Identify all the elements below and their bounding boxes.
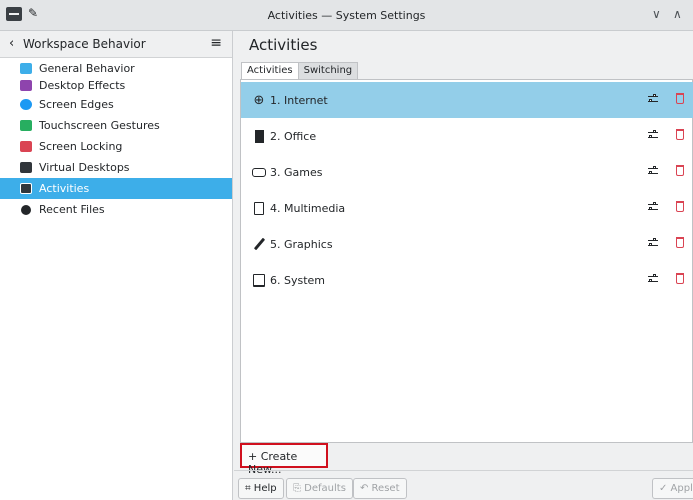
footer-bar: ⌗ Help ⎘ Defaults ↶ Reset ✓ Apply xyxy=(234,470,693,500)
touchscreen-icon xyxy=(20,120,32,131)
configure-icon[interactable] xyxy=(648,201,658,213)
gamepad-icon xyxy=(251,164,267,180)
activities-list: ⊕ 1. Internet 2. Office 3. Games 4. Mult… xyxy=(240,79,693,443)
activity-row-multimedia[interactable]: 4. Multimedia xyxy=(241,190,693,226)
configure-icon[interactable] xyxy=(648,273,658,285)
defaults-button[interactable]: ⎘ Defaults xyxy=(286,478,353,499)
sidebar-item-touchscreen-gestures[interactable]: Touchscreen Gestures xyxy=(0,115,232,136)
main-panel: Activities Activities Switching ⊕ 1. Int… xyxy=(234,31,693,500)
sidebar-item-virtual-desktops[interactable]: Virtual Desktops xyxy=(0,157,232,178)
apply-button[interactable]: ✓ Apply xyxy=(652,478,693,499)
activity-row-system[interactable]: 6. System xyxy=(241,262,693,298)
activity-row-games[interactable]: 3. Games xyxy=(241,154,693,190)
activity-name: 3. Games xyxy=(270,166,323,179)
hamburger-menu-icon[interactable]: ≡ xyxy=(210,35,222,51)
configure-icon[interactable] xyxy=(648,129,658,141)
sidebar-item-label: Desktop Effects xyxy=(39,79,126,92)
back-icon[interactable]: ‹ xyxy=(9,36,14,51)
tab-activities[interactable]: Activities xyxy=(241,62,299,80)
sidebar-item-desktop-effects[interactable]: Desktop Effects xyxy=(0,75,232,96)
reset-button[interactable]: ↶ Reset xyxy=(353,478,407,499)
sidebar-item-screen-locking[interactable]: Screen Locking xyxy=(0,136,232,157)
desktop-effects-icon xyxy=(20,80,32,91)
tab-bar: Activities Switching xyxy=(241,62,359,80)
sidebar-header: ‹ Workspace Behavior ≡ xyxy=(0,31,232,58)
speaker-icon xyxy=(251,200,267,216)
sidebar-item-screen-edges[interactable]: Screen Edges xyxy=(0,94,232,115)
sidebar-item-label: Screen Locking xyxy=(39,140,123,153)
configure-icon[interactable] xyxy=(648,165,658,177)
general-behavior-icon xyxy=(20,63,32,74)
computer-icon xyxy=(251,272,267,288)
sidebar-item-label: General Behavior xyxy=(39,62,135,75)
delete-icon[interactable] xyxy=(676,237,684,248)
sidebar-item-label: Virtual Desktops xyxy=(39,161,130,174)
delete-icon[interactable] xyxy=(676,273,684,284)
sidebar-item-activities[interactable]: Activities xyxy=(0,178,232,199)
chevron-down-icon[interactable]: ∨ xyxy=(652,7,661,21)
page-title: Activities xyxy=(249,36,318,54)
delete-icon[interactable] xyxy=(676,129,684,140)
sidebar-item-label: Recent Files xyxy=(39,203,105,216)
recent-files-icon xyxy=(21,205,31,215)
sidebar: ‹ Workspace Behavior ≡ General Behavior … xyxy=(0,31,233,500)
activity-name: 6. System xyxy=(270,274,326,287)
window-titlebar: ✎ Activities — System Settings ∨ ∧ xyxy=(0,0,693,31)
brush-icon xyxy=(251,236,267,252)
sidebar-title: Workspace Behavior xyxy=(23,37,146,51)
delete-icon[interactable] xyxy=(676,165,684,176)
sidebar-item-recent-files[interactable]: Recent Files xyxy=(0,199,232,220)
window-title: Activities — System Settings xyxy=(267,9,426,22)
activity-row-office[interactable]: 2. Office xyxy=(241,118,693,154)
globe-icon: ⊕ xyxy=(253,92,265,108)
activity-name: 4. Multimedia xyxy=(270,202,346,215)
create-new-button[interactable]: + Create New... xyxy=(240,443,328,476)
screen-edges-icon xyxy=(20,99,32,110)
help-button[interactable]: ⌗ Help xyxy=(238,478,284,499)
activity-name: 1. Internet xyxy=(270,94,328,107)
configure-icon[interactable] xyxy=(648,93,658,105)
sidebar-item-label: Touchscreen Gestures xyxy=(39,119,160,132)
activities-icon xyxy=(20,183,32,194)
delete-icon[interactable] xyxy=(676,201,684,212)
activity-name: 5. Graphics xyxy=(270,238,333,251)
screen-lock-icon xyxy=(20,141,32,152)
office-icon xyxy=(251,128,267,144)
tab-switching[interactable]: Switching xyxy=(297,62,359,80)
delete-icon[interactable] xyxy=(676,93,684,104)
virtual-desktops-icon xyxy=(20,162,32,173)
chevron-up-icon[interactable]: ∧ xyxy=(673,7,682,21)
activity-row-graphics[interactable]: 5. Graphics xyxy=(241,226,693,262)
sidebar-item-label: Screen Edges xyxy=(39,98,114,111)
configure-icon[interactable] xyxy=(648,237,658,249)
sidebar-item-label: Activities xyxy=(39,182,90,195)
activity-name: 2. Office xyxy=(270,130,317,143)
activity-row-internet[interactable]: ⊕ 1. Internet xyxy=(241,82,693,118)
